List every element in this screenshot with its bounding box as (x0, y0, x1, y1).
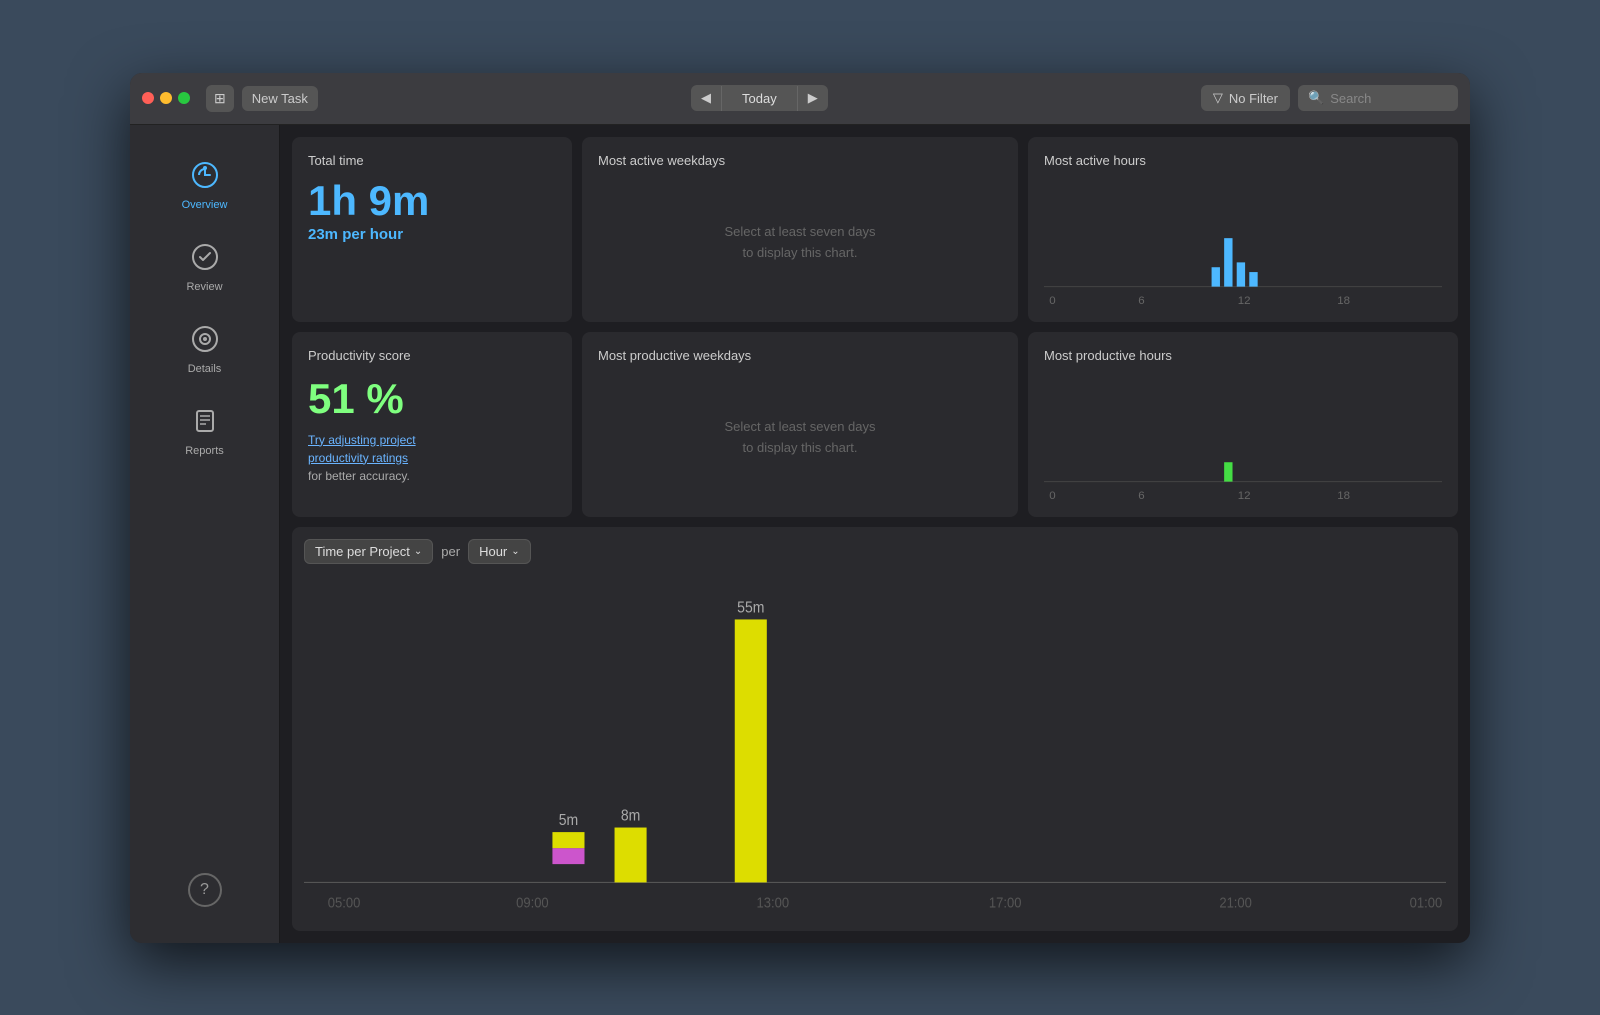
traffic-lights (142, 92, 190, 104)
sidebar: Overview Review (130, 125, 280, 943)
chart-controls: Time per Project ⌄ per Hour ⌄ (304, 539, 1446, 564)
details-icon (187, 321, 223, 357)
search-placeholder: Search (1330, 91, 1371, 106)
bottom-chart: Time per Project ⌄ per Hour ⌄ (292, 527, 1458, 931)
minimize-button[interactable] (160, 92, 172, 104)
metric-select-chevron: ⌄ (414, 546, 422, 557)
review-label: Review (186, 281, 222, 293)
most-productive-weekdays-card: Most productive weekdays Select at least… (582, 332, 1018, 517)
most-active-weekdays-title: Most active weekdays (598, 153, 1002, 168)
overview-icon (187, 157, 223, 193)
most-productive-weekdays-placeholder: Select at least seven daysto display thi… (598, 375, 1002, 501)
review-icon (187, 239, 223, 275)
svg-text:17:00: 17:00 (989, 893, 1022, 910)
search-icon: 🔍 (1308, 90, 1324, 106)
sidebar-bottom: ? (188, 857, 222, 923)
svg-text:8m: 8m (621, 806, 640, 824)
most-productive-weekdays-title: Most productive weekdays (598, 348, 1002, 363)
total-time-sub-label: per hour (342, 226, 403, 243)
total-time-sub-value: 23m (308, 226, 338, 243)
productivity-score-value: 51 % (308, 375, 556, 423)
total-time-card: Total time 1h 9m 23m per hour (292, 137, 572, 322)
bar-chart-area: 5m 8m 55m 05:00 09:00 13:00 17:00 (304, 576, 1446, 919)
new-task-label: New Task (252, 91, 308, 106)
svg-text:0: 0 (1049, 295, 1055, 306)
sidebar-item-details[interactable]: Details (130, 309, 279, 387)
total-time-title: Total time (308, 153, 556, 168)
nav-next-button[interactable]: ▶ (798, 85, 828, 111)
svg-text:12: 12 (1238, 490, 1251, 501)
most-active-hours-title: Most active hours (1044, 153, 1442, 168)
interval-select-chevron: ⌄ (511, 546, 519, 557)
productivity-score-title: Productivity score (308, 348, 556, 363)
svg-text:18: 18 (1337, 295, 1350, 306)
search-bar[interactable]: 🔍 Search (1298, 85, 1458, 111)
productivity-score-card: Productivity score 51 % Try adjusting pr… (292, 332, 572, 517)
interval-select-label: Hour (479, 544, 507, 559)
sidebar-item-reports[interactable]: Reports (130, 391, 279, 469)
date-navigation: ◀ Today ▶ (691, 85, 828, 111)
svg-text:6: 6 (1138, 490, 1144, 501)
svg-text:13:00: 13:00 (757, 893, 790, 910)
per-label: per (441, 544, 460, 559)
svg-text:01:00: 01:00 (1410, 893, 1443, 910)
nav-prev-button[interactable]: ◀ (691, 85, 721, 111)
most-active-weekdays-placeholder: Select at least seven daysto display thi… (598, 180, 1002, 306)
productivity-link[interactable]: Try adjusting projectproductivity rating… (308, 431, 556, 467)
reports-label: Reports (185, 445, 224, 457)
most-active-hours-card: Most active hours 0 6 (1028, 137, 1458, 322)
sidebar-item-overview[interactable]: Overview (130, 145, 279, 223)
content-area: Total time 1h 9m 23m per hour Most activ… (280, 125, 1470, 943)
filter-button[interactable]: ▽ No Filter (1201, 85, 1290, 111)
filter-label: No Filter (1229, 91, 1278, 106)
main-layout: Overview Review (130, 125, 1470, 943)
svg-text:0: 0 (1049, 490, 1055, 501)
most-productive-hours-title: Most productive hours (1044, 348, 1442, 363)
stats-grid: Total time 1h 9m 23m per hour Most activ… (292, 137, 1458, 517)
most-productive-hours-chart: 0 6 12 18 (1044, 375, 1442, 501)
most-active-weekdays-card: Most active weekdays Select at least sev… (582, 137, 1018, 322)
svg-text:05:00: 05:00 (328, 893, 361, 910)
sidebar-item-review[interactable]: Review (130, 227, 279, 305)
interval-select[interactable]: Hour ⌄ (468, 539, 531, 564)
help-button[interactable]: ? (188, 873, 222, 907)
maximize-button[interactable] (178, 92, 190, 104)
svg-text:5m: 5m (559, 811, 578, 829)
metric-select[interactable]: Time per Project ⌄ (304, 539, 433, 564)
new-task-button[interactable]: New Task (242, 86, 318, 111)
nav-today-label: Today (721, 86, 798, 111)
total-time-sub: 23m per hour (308, 226, 556, 243)
sidebar-toggle-button[interactable]: ⊞ (206, 85, 234, 112)
details-label: Details (188, 363, 222, 375)
metric-select-label: Time per Project (315, 544, 410, 559)
svg-text:6: 6 (1138, 295, 1144, 306)
svg-text:21:00: 21:00 (1219, 893, 1252, 910)
overview-label: Overview (182, 199, 228, 211)
most-productive-hours-card: Most productive hours 0 6 12 18 (1028, 332, 1458, 517)
close-button[interactable] (142, 92, 154, 104)
total-time-value: 1h 9m (308, 180, 556, 222)
titlebar: ⊞ New Task ◀ Today ▶ ▽ No Filter 🔍 Searc… (130, 73, 1470, 125)
svg-text:18: 18 (1337, 490, 1350, 501)
most-active-hours-chart: 0 6 12 18 (1044, 180, 1442, 306)
app-window: ⊞ New Task ◀ Today ▶ ▽ No Filter 🔍 Searc… (130, 73, 1470, 943)
productivity-note: for better accuracy. (308, 469, 556, 483)
svg-text:12: 12 (1238, 295, 1251, 306)
reports-icon (187, 403, 223, 439)
filter-icon: ▽ (1213, 90, 1223, 106)
svg-text:55m: 55m (737, 598, 764, 616)
svg-text:09:00: 09:00 (516, 893, 549, 910)
